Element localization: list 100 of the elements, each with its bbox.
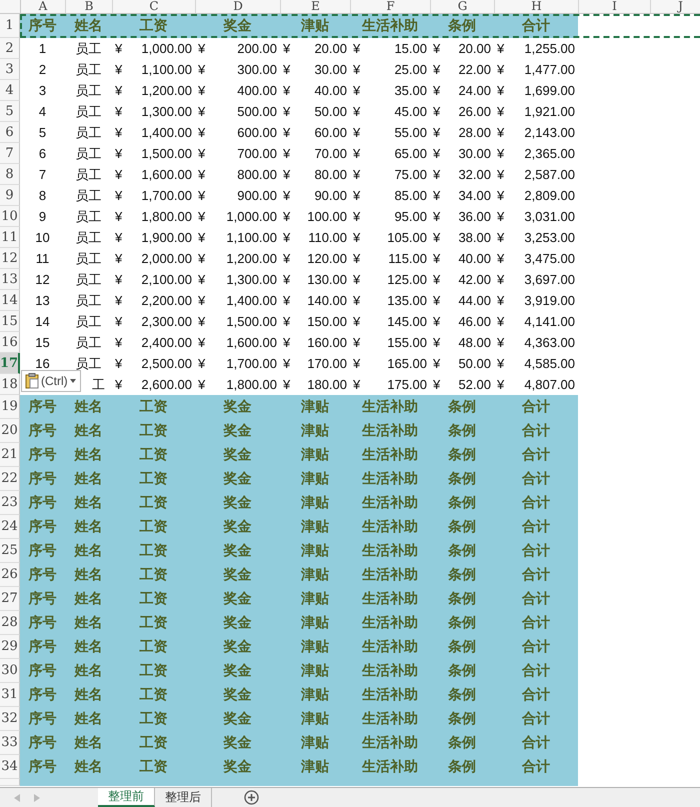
row-header[interactable]: 22 bbox=[0, 467, 20, 491]
row-header[interactable]: 18 bbox=[0, 374, 20, 395]
row-header[interactable]: 30 bbox=[0, 659, 20, 683]
row-header[interactable]: 10 bbox=[0, 206, 20, 227]
add-sheet-icon[interactable] bbox=[244, 790, 259, 805]
table-cell: 津贴 bbox=[301, 638, 329, 656]
table-cell: 姓名 bbox=[74, 734, 102, 752]
table-cell: 员工 bbox=[76, 124, 102, 142]
table-cell: 60.00 bbox=[314, 125, 347, 140]
table-cell: 津贴 bbox=[301, 758, 329, 776]
row-header[interactable]: 21 bbox=[0, 443, 20, 467]
row-header[interactable]: 12 bbox=[0, 248, 20, 269]
table-cell: 合计 bbox=[522, 470, 550, 488]
table-cell: 24.00 bbox=[458, 83, 491, 98]
column-header[interactable]: G bbox=[431, 0, 495, 13]
row-header[interactable] bbox=[0, 779, 20, 786]
row-header[interactable]: 34 bbox=[0, 755, 20, 779]
row-header[interactable]: 27 bbox=[0, 587, 20, 611]
row-header[interactable]: 8 bbox=[0, 164, 20, 185]
row-header[interactable]: 20 bbox=[0, 419, 20, 443]
currency-symbol: ¥ bbox=[283, 125, 290, 140]
row-header[interactable]: 5 bbox=[0, 101, 20, 122]
clipboard-icon bbox=[25, 373, 39, 389]
table-cell: 生活补助 bbox=[362, 590, 418, 608]
table-cell: 2,143.00 bbox=[524, 125, 575, 140]
row-header[interactable]: 25 bbox=[0, 539, 20, 563]
sheet-tab[interactable]: 整理前 bbox=[98, 788, 155, 807]
column-header[interactable]: J bbox=[651, 0, 700, 13]
column-header[interactable]: I bbox=[579, 0, 651, 13]
table-cell: 条例 bbox=[448, 566, 476, 584]
currency-symbol: ¥ bbox=[497, 167, 504, 182]
table-cell: 奖金 bbox=[224, 758, 252, 776]
row-header[interactable]: 13 bbox=[0, 269, 20, 290]
table-cell: 2,600.00 bbox=[141, 377, 192, 392]
row-header[interactable]: 32 bbox=[0, 707, 20, 731]
table-cell: 合计 bbox=[522, 566, 550, 584]
row-header[interactable]: 15 bbox=[0, 311, 20, 332]
currency-symbol: ¥ bbox=[433, 62, 440, 77]
currency-symbol: ¥ bbox=[283, 104, 290, 119]
currency-symbol: ¥ bbox=[198, 209, 206, 224]
currency-symbol: ¥ bbox=[433, 377, 440, 392]
row-header[interactable]: 4 bbox=[0, 80, 20, 101]
currency-symbol: ¥ bbox=[283, 62, 290, 77]
currency-symbol: ¥ bbox=[433, 272, 440, 287]
table-cell: 1,000.00 bbox=[141, 41, 192, 56]
paste-options-button[interactable]: (Ctrl) bbox=[21, 370, 81, 392]
currency-symbol: ¥ bbox=[433, 125, 440, 140]
table-cell: 8 bbox=[38, 188, 46, 203]
row-header[interactable]: 2 bbox=[0, 38, 20, 59]
currency-symbol: ¥ bbox=[353, 314, 360, 329]
currency-symbol: ¥ bbox=[115, 167, 122, 182]
table-cell: 员工 bbox=[76, 186, 102, 204]
table-cell: 序号 bbox=[28, 758, 56, 776]
column-header[interactable]: E bbox=[281, 0, 351, 13]
table-cell: 生活补助 bbox=[362, 422, 418, 440]
scroll-left-icon[interactable] bbox=[14, 794, 20, 802]
column-header[interactable]: A bbox=[21, 0, 66, 13]
row-header[interactable]: 3 bbox=[0, 59, 20, 80]
table-cell: 津贴 bbox=[301, 398, 329, 416]
row-header[interactable]: 33 bbox=[0, 731, 20, 755]
row-header[interactable]: 28 bbox=[0, 611, 20, 635]
row-header[interactable]: 7 bbox=[0, 143, 20, 164]
table-cell: 津贴 bbox=[301, 470, 329, 488]
currency-symbol: ¥ bbox=[433, 335, 440, 350]
table-cell: 合计 bbox=[522, 758, 550, 776]
row-header[interactable]: 29 bbox=[0, 635, 20, 659]
column-header[interactable]: B bbox=[66, 0, 113, 13]
table-cell: 1,300.00 bbox=[226, 272, 277, 287]
table-cell: 员工 bbox=[76, 250, 102, 268]
row-header[interactable]: 31 bbox=[0, 683, 20, 707]
row-header[interactable]: 1 bbox=[0, 14, 20, 38]
table-cell: 1,000.00 bbox=[226, 209, 277, 224]
row-header[interactable]: 17 bbox=[0, 353, 20, 374]
sheet-tab[interactable]: 整理后 bbox=[155, 788, 212, 807]
table-cell: 员工 bbox=[76, 40, 102, 58]
table-cell: 序号 bbox=[28, 518, 56, 536]
row-header[interactable]: 6 bbox=[0, 122, 20, 143]
currency-symbol: ¥ bbox=[497, 83, 504, 98]
column-header[interactable]: F bbox=[351, 0, 431, 13]
row-header[interactable]: 9 bbox=[0, 185, 20, 206]
row-header[interactable]: 14 bbox=[0, 290, 20, 311]
row-header[interactable]: 26 bbox=[0, 563, 20, 587]
row-header[interactable]: 11 bbox=[0, 227, 20, 248]
currency-symbol: ¥ bbox=[115, 62, 122, 77]
table-cell: 工资 bbox=[140, 422, 168, 440]
scroll-right-icon[interactable] bbox=[34, 794, 40, 802]
row-header[interactable]: 23 bbox=[0, 491, 20, 515]
row-header[interactable]: 19 bbox=[0, 395, 20, 419]
currency-symbol: ¥ bbox=[115, 230, 122, 245]
table-cell: 1,500.00 bbox=[226, 314, 277, 329]
row-header[interactable]: 24 bbox=[0, 515, 20, 539]
column-header[interactable]: C bbox=[113, 0, 196, 13]
currency-symbol: ¥ bbox=[115, 146, 122, 161]
currency-symbol: ¥ bbox=[115, 377, 122, 392]
column-header[interactable]: D bbox=[196, 0, 281, 13]
table-cell: 2,365.00 bbox=[524, 146, 575, 161]
table-cell: 6 bbox=[38, 146, 46, 161]
column-header[interactable]: H bbox=[495, 0, 579, 13]
row-header[interactable]: 16 bbox=[0, 332, 20, 353]
currency-symbol: ¥ bbox=[115, 83, 122, 98]
